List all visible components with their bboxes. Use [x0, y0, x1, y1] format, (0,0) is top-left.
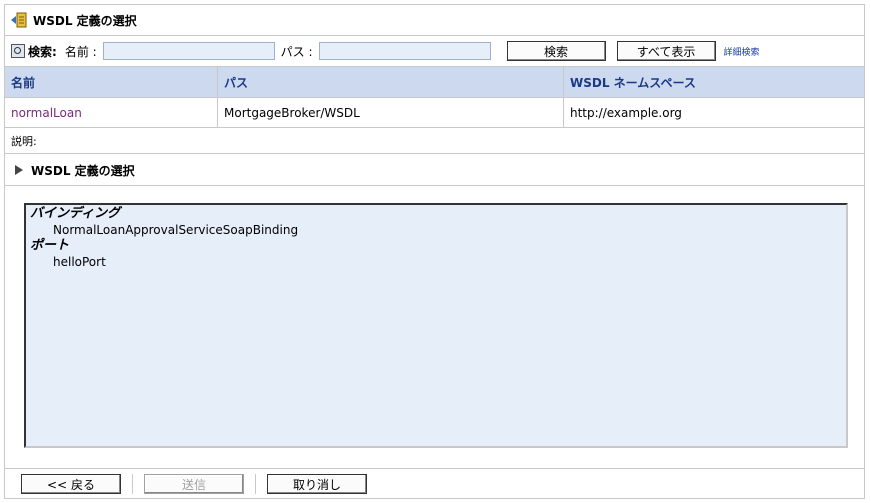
section-header[interactable]: WSDL 定義の選択	[5, 155, 864, 186]
search-bar: 検索: 名前 : パス : 検索 すべて表示 詳細検索	[5, 36, 864, 67]
divider	[132, 474, 133, 494]
advanced-search-link[interactable]: 詳細検索	[724, 45, 760, 58]
table-row[interactable]: normalLoan MortgageBroker/WSDL http://ex…	[5, 98, 864, 128]
wsdl-dialog: WSDL 定義の選択 検索: 名前 : パス : 検索 すべて表示 詳細検索 名…	[4, 4, 865, 499]
title-bar: WSDL 定義の選択	[5, 5, 864, 36]
description-label: 説明:	[11, 134, 37, 148]
path-search-input[interactable]	[318, 42, 491, 60]
search-icon	[11, 44, 25, 58]
binding-item[interactable]: NormalLoanApprovalServiceSoapBinding	[30, 222, 842, 238]
show-all-button[interactable]: すべて表示	[616, 41, 716, 61]
path-field-label: パス :	[280, 44, 313, 59]
cancel-button[interactable]: 取り消し	[267, 474, 367, 494]
name-field-label: 名前 :	[64, 44, 97, 59]
footer-bar: << 戻る 送信 取り消し	[5, 468, 864, 499]
wsdl-icon	[11, 12, 27, 28]
cell-namespace: http://example.org	[570, 105, 682, 120]
port-item[interactable]: helloPort	[30, 254, 842, 270]
name-search-input[interactable]	[102, 42, 275, 60]
search-button[interactable]: 検索	[506, 41, 606, 61]
submit-button[interactable]: 送信	[144, 474, 244, 494]
column-header-path[interactable]: パス	[218, 67, 564, 97]
cell-path: MortgageBroker/WSDL	[218, 98, 564, 127]
section-title: WSDL 定義の選択	[31, 163, 135, 178]
binding-group-label: バインディング	[30, 206, 121, 221]
column-header-namespace[interactable]: WSDL ネームスペース	[564, 67, 864, 97]
column-header-name[interactable]: 名前	[5, 67, 218, 97]
description-row: 説明:	[5, 128, 864, 154]
page-title: WSDL 定義の選択	[33, 13, 137, 28]
expand-triangle-icon[interactable]	[15, 165, 23, 175]
port-group-label: ポート	[30, 238, 70, 253]
divider	[255, 474, 256, 494]
wsdl-name-link[interactable]: normalLoan	[11, 106, 82, 120]
cell-name: normalLoan	[5, 98, 218, 127]
search-label: 検索:	[28, 44, 57, 59]
table-header: 名前 パス WSDL ネームスペース	[5, 67, 864, 98]
wsdl-details-list[interactable]: バインディング NormalLoanApprovalServiceSoapBin…	[24, 203, 848, 448]
back-button[interactable]: << 戻る	[21, 474, 121, 494]
